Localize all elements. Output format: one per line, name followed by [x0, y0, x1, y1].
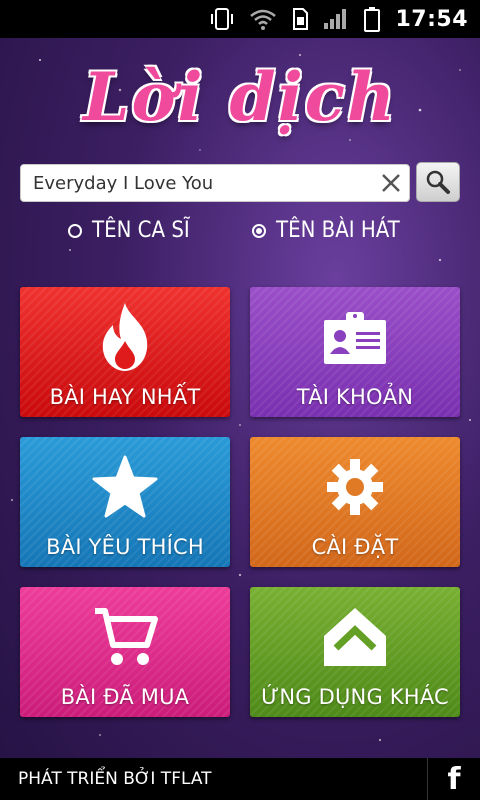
tile-settings[interactable]: CÀI ĐẶT	[250, 437, 460, 567]
cart-icon	[95, 608, 158, 665]
tile-top-songs[interactable]: BÀI HAY NHẤT	[20, 287, 230, 417]
signal-icon	[324, 9, 347, 29]
tile-label: ỨNG DỤNG KHÁC	[261, 685, 449, 709]
tile-label: BÀI ĐÃ MUA	[60, 685, 190, 709]
tile-label: BÀI HAY NHẤT	[49, 385, 201, 409]
radio-unchecked-icon	[68, 223, 82, 238]
gear-icon	[327, 459, 383, 515]
id-card-icon	[324, 312, 386, 364]
developer-credit: PHÁT TRIỂN BỞI TFLAT	[18, 769, 212, 789]
tile-purchased[interactable]: BÀI ĐÃ MUA	[20, 587, 230, 717]
star-icon	[92, 455, 158, 518]
battery-icon	[364, 7, 381, 32]
search-field[interactable]	[20, 164, 410, 202]
search-icon	[426, 170, 450, 194]
radio-song-name[interactable]: TÊN BÀI HÁT	[252, 218, 400, 243]
radio-label: TÊN CA SĨ	[92, 218, 190, 243]
search-button[interactable]	[416, 162, 460, 202]
clear-button[interactable]	[373, 165, 409, 201]
radio-checked-icon	[252, 223, 266, 238]
tile-label: BÀI YÊU THÍCH	[46, 535, 204, 559]
tile-label: CÀI ĐẶT	[311, 535, 399, 559]
status-time: 17:54	[395, 6, 468, 32]
tile-other-apps[interactable]: ỨNG DỤNG KHÁC	[250, 587, 460, 717]
radio-singer-name[interactable]: TÊN CA SĨ	[68, 218, 190, 243]
search-mode-options: TÊN CA SĨ TÊN BÀI HÁT	[0, 218, 480, 250]
flame-icon	[102, 303, 148, 371]
status-bar: 17:54	[0, 0, 480, 38]
close-icon	[382, 174, 400, 192]
tile-label: TÀI KHOẢN	[296, 385, 414, 409]
sim-icon	[293, 8, 309, 30]
facebook-icon[interactable]: f	[427, 758, 480, 800]
home-arrow-icon	[324, 608, 386, 666]
vibrate-icon	[211, 8, 234, 30]
app-logo: Lời dịch	[83, 58, 397, 136]
tile-account[interactable]: TÀI KHOẢN	[250, 287, 460, 417]
footer-bar: PHÁT TRIỂN BỞI TFLAT f	[0, 758, 480, 800]
search-input[interactable]	[21, 165, 373, 201]
radio-label: TÊN BÀI HÁT	[276, 218, 400, 243]
tile-favorites[interactable]: BÀI YÊU THÍCH	[20, 437, 230, 567]
wifi-icon	[250, 9, 277, 30]
facebook-label: f	[447, 761, 461, 797]
